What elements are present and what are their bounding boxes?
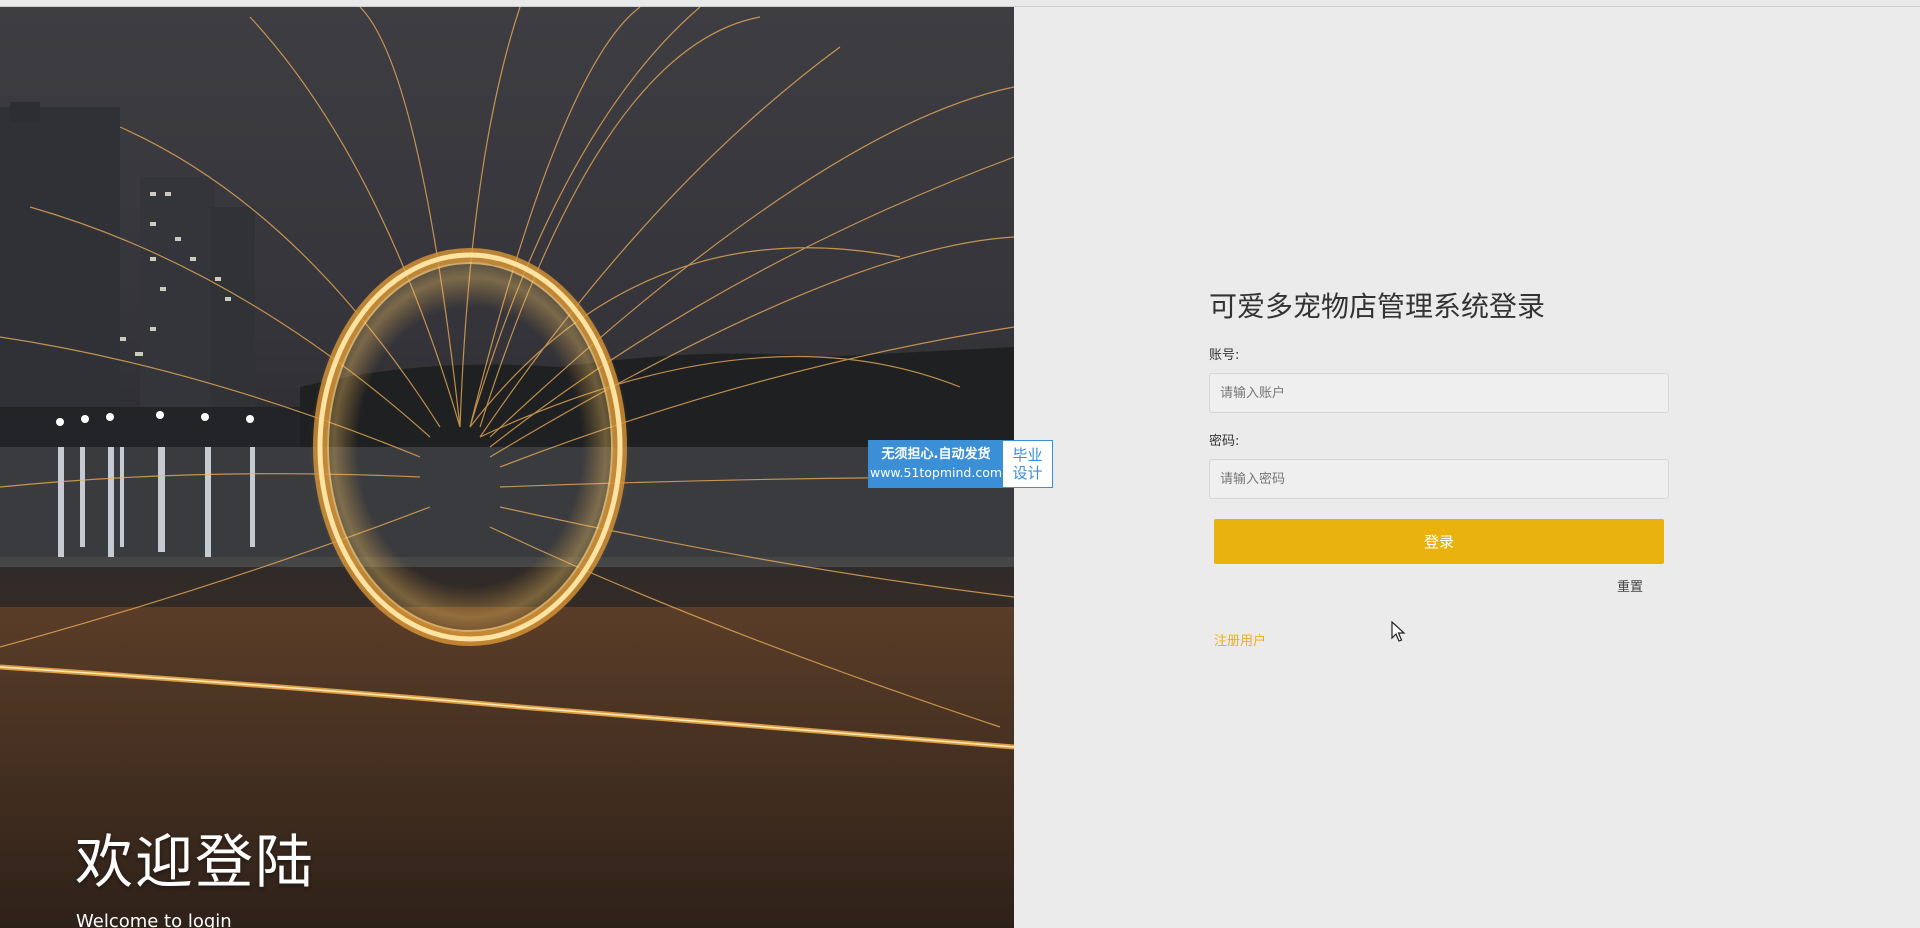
hero-image-panel: 欢迎登陆 Welcome to login xyxy=(0,7,1014,928)
password-input[interactable] xyxy=(1209,459,1669,499)
watermark-right-line2: 设计 xyxy=(1012,464,1043,482)
password-label: 密码: xyxy=(1209,434,1240,449)
steel-wool-photo xyxy=(0,7,1014,928)
login-button[interactable]: 登录 xyxy=(1214,519,1664,564)
watermark-line1: 无须担心.自动发货 xyxy=(881,447,991,462)
hero-title: 欢迎登陆 xyxy=(75,828,316,896)
account-input[interactable] xyxy=(1209,373,1669,413)
watermark-badge: 无须担心.自动发货 www.51topmind.com 毕业 设计 xyxy=(868,440,1053,488)
login-panel: 可爱多宠物店管理系统登录 账号: 密码: 登录 重置 注册用户 xyxy=(1014,7,1920,928)
hero-subtitle: Welcome to login xyxy=(76,911,232,928)
mouse-pointer-icon xyxy=(1391,621,1406,642)
top-strip xyxy=(0,0,1920,7)
register-link[interactable]: 注册用户 xyxy=(1214,630,1266,649)
watermark-right: 毕业 设计 xyxy=(1003,441,1052,487)
account-label: 账号: xyxy=(1209,348,1240,363)
login-form: 可爱多宠物店管理系统登录 账号: 密码: 登录 重置 注册用户 xyxy=(1209,287,1671,650)
watermark-left: 无须担心.自动发货 www.51topmind.com xyxy=(869,441,1003,487)
login-title: 可爱多宠物店管理系统登录 xyxy=(1209,290,1546,323)
reset-link[interactable]: 重置 xyxy=(1617,580,1643,595)
reset-row: 重置 xyxy=(1209,576,1671,596)
watermark-line2: www.51topmind.com xyxy=(869,465,1003,480)
watermark-right-line1: 毕业 xyxy=(1012,446,1043,464)
